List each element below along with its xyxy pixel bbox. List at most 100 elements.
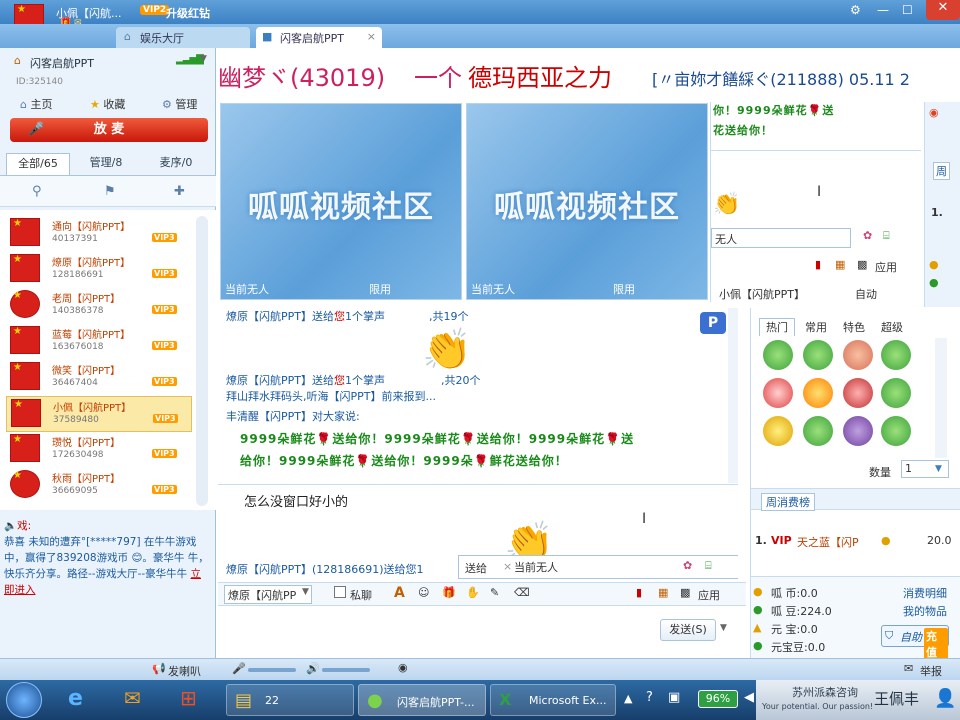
speaker-volume-slider[interactable] <box>322 668 370 672</box>
gift-tab-special[interactable]: 特色 <box>837 319 871 335</box>
minimize-icon[interactable]: — <box>877 3 889 17</box>
tab-close-icon[interactable]: × <box>367 30 376 43</box>
search-icon[interactable]: ⚲ <box>32 184 42 199</box>
report-icon[interactable]: ✉ <box>904 662 913 675</box>
emoji-icon[interactable]: ☺ <box>418 586 429 599</box>
chat-sender[interactable]: 丰清醒【闪PPT】 <box>226 410 312 423</box>
p-badge-icon[interactable]: P <box>700 312 726 334</box>
side-target-field[interactable]: 无人 <box>711 228 851 248</box>
chevron-down-icon[interactable]: ▼ <box>200 54 207 64</box>
color-wheel-icon[interactable]: ◉ <box>929 106 939 119</box>
frog-gift-icon[interactable] <box>763 340 793 370</box>
tab-all-users[interactable]: 全部/65 <box>6 153 70 175</box>
weekly-tab[interactable]: 周 <box>933 162 950 180</box>
horn-icon[interactable]: 📢 <box>152 662 166 675</box>
taskbar-excel[interactable]: X Microsoft Ex... <box>490 684 616 716</box>
record-icon[interactable]: ◉ <box>398 661 408 674</box>
font-icon[interactable]: A <box>394 585 405 601</box>
outlook-icon[interactable]: ✉ <box>124 686 141 710</box>
taskbar-room[interactable]: ● 闪客启航PPT-... <box>358 684 486 716</box>
user-list-scrollbar[interactable] <box>196 216 208 506</box>
spending-detail-link[interactable]: 消费明细 <box>903 585 947 601</box>
frog-gift-icon[interactable] <box>881 416 911 446</box>
location-pin-icon[interactable]: ⚑ <box>104 184 116 199</box>
frog-gift-icon[interactable] <box>881 340 911 370</box>
lucky-grape-gift-icon[interactable] <box>843 416 873 446</box>
hand-icon[interactable]: ✋ <box>466 586 480 599</box>
chat-scrollbar[interactable] <box>728 308 738 483</box>
mic-volume-icon[interactable]: 🎤 <box>232 662 246 675</box>
tab-room[interactable]: ■ 闪客启航PPT × <box>256 27 382 48</box>
mic-volume-slider[interactable] <box>248 668 296 672</box>
chevron-down-icon[interactable]: ▼ <box>302 587 309 597</box>
gift-tab-common[interactable]: 常用 <box>799 319 833 335</box>
flower-gift-icon[interactable]: ✿ <box>683 559 692 572</box>
windows-icon[interactable]: ⊞ <box>180 686 197 710</box>
private-chat-checkbox[interactable] <box>334 586 346 598</box>
lucky-gift-icon[interactable] <box>803 378 833 408</box>
app-button[interactable]: 应用 <box>698 587 720 603</box>
chevron-down-icon[interactable]: ▼ <box>720 623 727 633</box>
apps-icon[interactable]: ▩ <box>857 258 867 271</box>
send-target-field[interactable]: 当前无人 <box>511 558 661 576</box>
lucky-heart-gift-icon[interactable] <box>843 378 873 408</box>
flower-gift-icon[interactable]: ✿ <box>863 229 872 242</box>
chat-sender[interactable]: 燎原【闪航PPT】 <box>226 310 312 323</box>
frog-gift-icon[interactable] <box>881 378 911 408</box>
volume-icon[interactable]: ◀ <box>744 690 754 705</box>
brush-icon[interactable]: ✎ <box>490 586 499 599</box>
tab-admins[interactable]: 管理/8 <box>76 153 136 175</box>
user-row[interactable]: 微笑【闪PPT】36467404 VIP3 <box>6 360 192 396</box>
lucky-box-gift-icon[interactable] <box>763 416 793 446</box>
upgrade-link[interactable]: 升级红钻 <box>166 5 210 21</box>
show-hidden-icon[interactable]: ▲ <box>624 692 632 705</box>
speaker-button[interactable]: 发喇叭 <box>168 663 201 679</box>
chevron-down-icon[interactable]: ▼ <box>935 464 942 474</box>
red-gift-icon[interactable]: ▮ <box>815 258 821 271</box>
send-button[interactable]: 发送(S) <box>660 619 716 641</box>
tab-lobby[interactable]: ⌂ 娱乐大厅 <box>116 27 250 48</box>
my-items-link[interactable]: 我的物品 <box>903 603 947 619</box>
side-auto[interactable]: 自动 <box>855 286 877 302</box>
message-input[interactable]: 发送(S) ▼ <box>218 607 746 657</box>
red-gift-icon[interactable]: ▮ <box>636 586 642 599</box>
maximize-icon[interactable]: ☐ <box>902 3 913 17</box>
add-user-icon[interactable]: ✚ <box>174 184 185 199</box>
network-icon[interactable]: ▣ <box>668 690 680 705</box>
side-app-button[interactable]: 应用 <box>875 259 897 275</box>
weekly-rank-title[interactable]: 周消费榜 <box>761 493 815 511</box>
report-button[interactable]: 举报 <box>920 663 942 679</box>
user-row[interactable]: 燎原【闪航PPT】128186691 VIP3 <box>6 252 192 288</box>
gift-icon[interactable]: 🎁 <box>442 586 456 599</box>
battery-indicator[interactable]: 96% <box>698 690 738 708</box>
user-row-selected[interactable]: 小佩【闪航PPT】37589480 VIP3 <box>6 396 192 432</box>
broom-icon[interactable]: ⌫ <box>514 586 530 599</box>
chat-target-select[interactable]: 燎原【闪航PP <box>224 585 312 604</box>
taskbar-folder[interactable]: ▤ 22 <box>226 684 354 716</box>
speaker-volume-icon[interactable]: 🔊 <box>306 662 320 675</box>
lucky-doll-gift-icon[interactable] <box>763 378 793 408</box>
user-row[interactable]: 通向【闪航PPT】40137391 VIP3 <box>6 216 192 252</box>
frog-gift-icon[interactable] <box>803 340 833 370</box>
ie-icon[interactable]: e <box>68 686 83 711</box>
lucky-girl-gift-icon[interactable] <box>843 340 873 370</box>
gear-icon[interactable]: ⚙ <box>850 3 861 17</box>
recharge-button[interactable]: ⛉ 自助 充值 <box>881 625 949 660</box>
user-row[interactable]: 瓒悦【闪PPT】172630498 VIP3 <box>6 432 192 468</box>
start-button[interactable] <box>6 682 42 718</box>
user-row[interactable]: 蓝莓【闪航PPT】163676018 VIP3 <box>6 324 192 360</box>
favorite-button[interactable]: ★ 收藏 <box>90 96 125 112</box>
calendar-icon[interactable]: ▦ <box>658 586 668 599</box>
mic-button[interactable]: 🎤 放 麦 <box>10 118 208 142</box>
frog-gift-icon[interactable] <box>803 416 833 446</box>
close-icon[interactable]: ✕ <box>926 0 960 20</box>
basket-icon[interactable]: ⌸ <box>705 559 712 573</box>
basket-icon[interactable]: ⌸ <box>883 229 890 243</box>
chat-sender[interactable]: 燎原【闪航PPT】 <box>226 374 312 387</box>
home-button[interactable]: ⌂ 主页 <box>20 96 52 112</box>
gift-scrollbar[interactable] <box>935 338 947 458</box>
video-pane-1[interactable]: 呱呱视频社区 当前无人 限用 <box>220 103 462 300</box>
user-row[interactable]: 秋雨【闪PPT】36669095 VIP3 <box>6 468 192 504</box>
help-icon[interactable]: ? <box>646 690 653 705</box>
calendar-icon[interactable]: ▦ <box>835 258 845 271</box>
